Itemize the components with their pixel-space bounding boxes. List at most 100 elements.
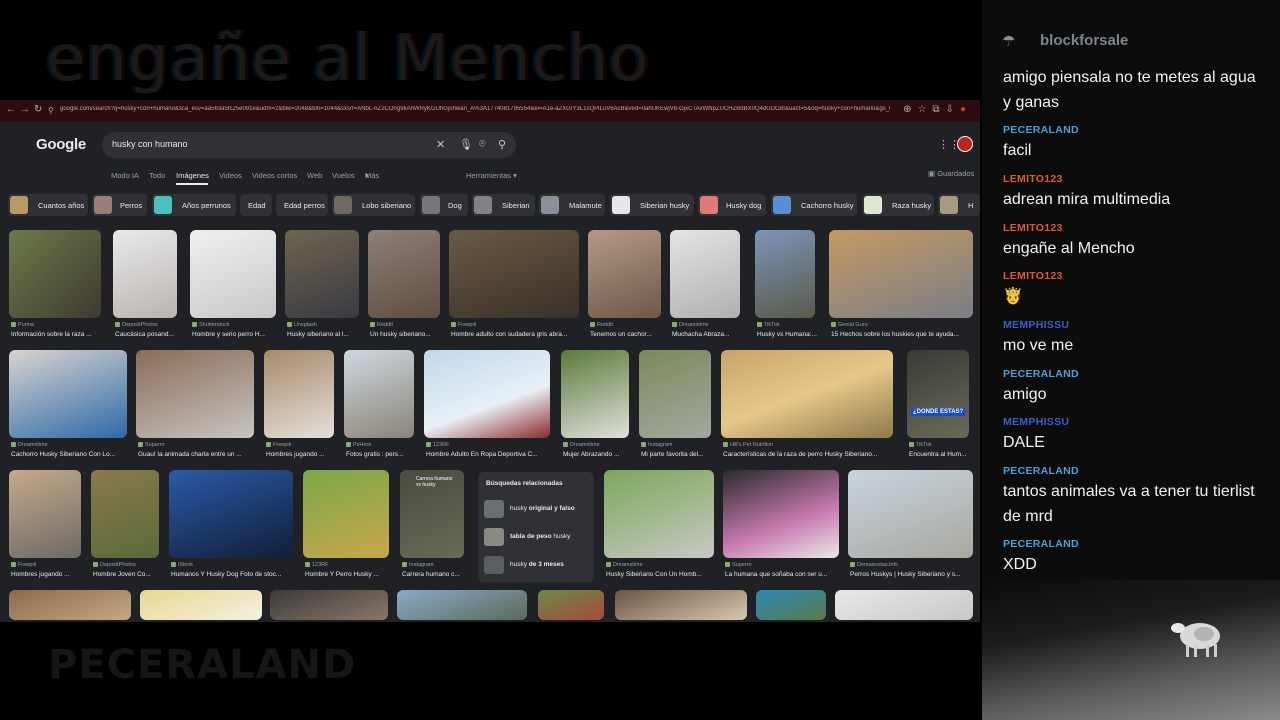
image-result[interactable]: Carrera humano vs husky Instagram Carrera …	[400, 470, 464, 582]
result-image[interactable]	[9, 590, 131, 620]
result-image[interactable]	[368, 230, 440, 318]
zoom-icon[interactable]: ⊕	[903, 104, 917, 115]
result-image[interactable]	[169, 470, 293, 558]
result-image[interactable]	[449, 230, 579, 318]
result-image[interactable]: Carrera humano vs husky	[400, 470, 464, 558]
extension-icon[interactable]: ⧉	[932, 104, 945, 115]
result-caption[interactable]: Tenemos un cachor...	[590, 331, 663, 338]
google-logo[interactable]: Google	[36, 136, 86, 153]
result-image[interactable]	[270, 590, 388, 620]
image-result[interactable]: DepositPhotos Caucásica posand...	[113, 230, 177, 342]
chip[interactable]: Siberian	[472, 194, 535, 216]
result-caption[interactable]: Husky Siberiano Con Un Homb...	[606, 571, 716, 578]
result-image[interactable]	[723, 470, 839, 558]
result-image[interactable]	[136, 350, 254, 438]
result-caption[interactable]: Encuentra al Hum...	[909, 451, 975, 458]
address-bar[interactable]: ← → ↻ ⚲ google.com/search?q=husky+con+hu…	[0, 100, 980, 123]
image-result[interactable]: PxHere Fotos gratis : pers...	[344, 350, 414, 462]
result-caption[interactable]: Un husky siberiano...	[370, 331, 442, 338]
result-caption[interactable]: Hombre y serio perro H...	[192, 331, 278, 338]
tab-videos-cortos[interactable]: Videos cortos	[252, 171, 297, 180]
search-icon[interactable]: ⚲	[498, 138, 506, 151]
image-result[interactable]: Purina Información sobre la raza ...	[9, 230, 101, 342]
chip[interactable]: Husky dog	[698, 194, 766, 216]
result-image[interactable]	[113, 230, 177, 318]
result-caption[interactable]: Hombres jugando ...	[11, 571, 83, 578]
result-image[interactable]	[264, 350, 334, 438]
lens-icon[interactable]: ⌾	[479, 138, 486, 151]
download-icon[interactable]: ⇩	[946, 104, 960, 115]
result-image[interactable]	[755, 230, 815, 318]
result-caption[interactable]: Husky siberiano al l...	[287, 331, 361, 338]
result-image[interactable]	[829, 230, 973, 318]
search-box[interactable]: husky con humano ✕ 🎙 ⌾ ⚲	[102, 132, 516, 158]
chip[interactable]: Años perrunos	[152, 194, 236, 216]
image-result[interactable]: Freepik Hombre adulto con sudadera gris a…	[449, 230, 579, 342]
tab-web[interactable]: Web	[307, 171, 322, 180]
image-result[interactable]: Dreamstime Husky Siberiano Con Un Homb...	[604, 470, 714, 582]
tab-videos[interactable]: Videos	[219, 171, 242, 180]
result-caption[interactable]: Carrera humano c...	[402, 571, 466, 578]
image-result[interactable]: Dreamstime Mujer Abrazando ...	[561, 350, 629, 462]
chip[interactable]: H	[938, 194, 980, 216]
result-image[interactable]	[9, 350, 127, 438]
result-image[interactable]	[9, 470, 81, 558]
result-caption[interactable]: Hombre Adulto En Ropa Deportiva C...	[426, 451, 552, 458]
tab-mas[interactable]: Más ▾	[365, 171, 379, 180]
bookmark-icon[interactable]: ☆	[917, 104, 932, 115]
result-caption[interactable]: Mi parte favorita del...	[641, 451, 713, 458]
image-result[interactable]: DepositPhotos Hombre Joven Co...	[91, 470, 159, 582]
image-result[interactable]: 123RF Hombre Adulto En Ropa Deportiva C..…	[424, 350, 550, 462]
image-result[interactable]	[756, 590, 826, 620]
chip[interactable]: Perros	[92, 194, 147, 216]
result-image[interactable]	[190, 230, 276, 318]
result-image[interactable]	[140, 590, 262, 620]
result-image[interactable]	[835, 590, 973, 620]
image-result[interactable]: ¿DONDE ESTAS? TikTok Encuentra al Hum...	[907, 350, 969, 462]
result-caption[interactable]: Características de la raza de perro Husk…	[723, 451, 895, 458]
result-caption[interactable]: Hombre adulto con sudadera gris abra...	[451, 331, 581, 338]
microphone-icon[interactable]: 🎙	[459, 138, 473, 151]
result-image[interactable]: ¿DONDE ESTAS?	[907, 350, 969, 438]
result-image[interactable]	[756, 590, 826, 620]
chip[interactable]: Malamute	[539, 194, 605, 216]
tab-imagenes[interactable]: Imágenes	[176, 171, 209, 180]
result-caption[interactable]: 15 Hechos sobre los huskies que te ayuda…	[831, 331, 975, 338]
result-image[interactable]	[397, 590, 527, 620]
result-image[interactable]	[344, 350, 414, 438]
image-result[interactable]: Unsplash Husky siberiano al l...	[285, 230, 359, 342]
related-item[interactable]: husky de 3 meses	[482, 554, 590, 576]
image-result[interactable]: Superro La humana que soñaba con ser u...	[723, 470, 839, 582]
chip[interactable]: Lobo siberiano	[332, 194, 415, 216]
tab-todo[interactable]: Todo	[149, 171, 165, 180]
result-image[interactable]	[721, 350, 893, 438]
image-result[interactable]: Hill's Pet Nutrition Características de l…	[721, 350, 893, 462]
record-icon[interactable]: ●	[960, 104, 972, 115]
result-image[interactable]	[9, 230, 101, 318]
image-result[interactable]	[835, 590, 973, 620]
result-caption[interactable]: Hombre Y Perro Husky ...	[305, 571, 391, 578]
result-image[interactable]	[538, 590, 604, 620]
result-caption[interactable]: Información sobre la raza ...	[11, 331, 103, 338]
image-result[interactable]: iStock Humanos Y Husky Dog Foto de stoc..…	[169, 470, 293, 582]
result-image[interactable]	[615, 590, 747, 620]
result-caption[interactable]: Humanos Y Husky Dog Foto de stoc...	[171, 571, 295, 578]
reload-icon[interactable]: ↻	[34, 104, 42, 115]
chip[interactable]: Siberian husky	[610, 194, 694, 216]
result-image[interactable]	[604, 470, 714, 558]
image-result[interactable]: Freepik Hombres jugando ...	[264, 350, 334, 462]
chip[interactable]: Cuantos años	[8, 194, 88, 216]
site-info-icon[interactable]: ⚲	[48, 106, 54, 115]
result-caption[interactable]: Caucásica posand...	[115, 331, 181, 338]
saved-link[interactable]: ▣ Guardados	[928, 169, 974, 178]
related-item[interactable]: husky original y falso	[482, 498, 590, 520]
result-caption[interactable]: Husky vs Humana:...	[757, 331, 821, 338]
image-result[interactable]: Demascotas.info Perros Huskys | Husky Sib…	[848, 470, 973, 582]
result-image[interactable]	[588, 230, 661, 318]
result-caption[interactable]: Guau! la animada charla entre un ...	[138, 451, 256, 458]
image-result[interactable]: TikTok Husky vs Humana:...	[755, 230, 817, 342]
forward-icon[interactable]: →	[20, 104, 30, 115]
image-result[interactable]: Instagram Mi parte favorita del...	[639, 350, 711, 462]
image-result[interactable]: Dreamstime Muchacha Abraza...	[670, 230, 740, 342]
result-image[interactable]	[91, 470, 159, 558]
